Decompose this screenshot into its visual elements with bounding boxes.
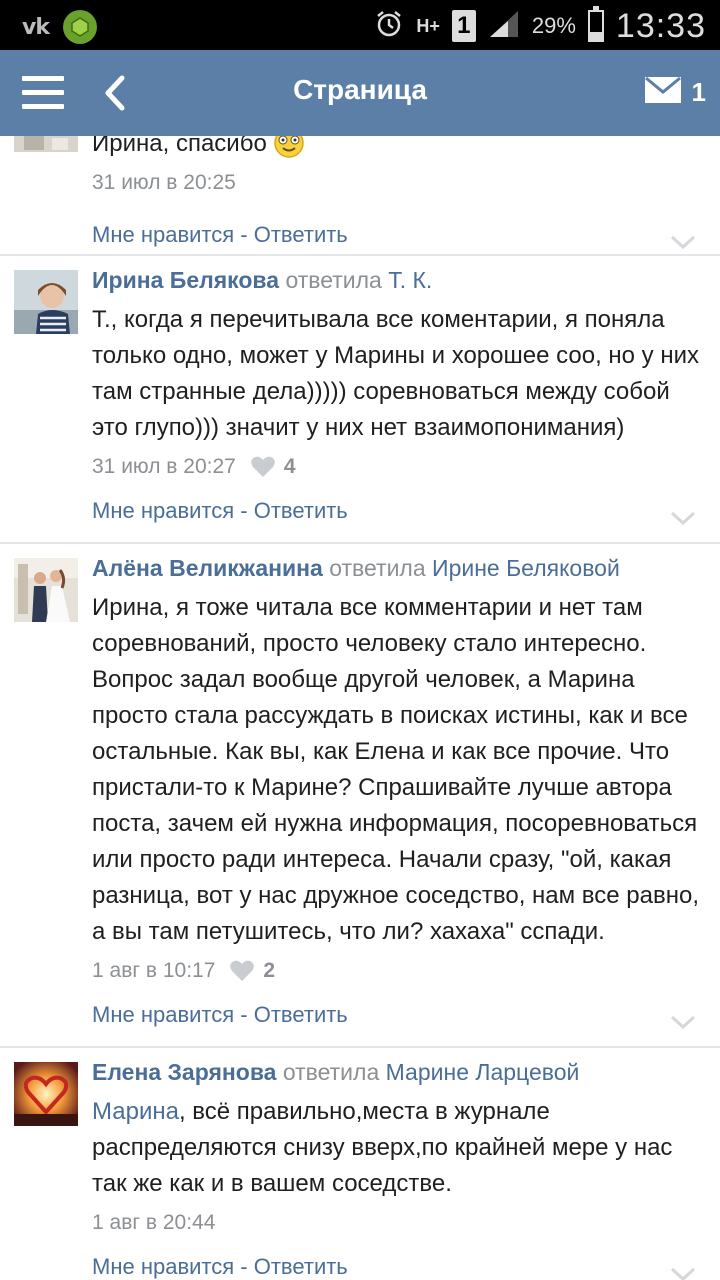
comment-item: Ирина, спасибо 31 июл в 20:25 Мне нравит…	[0, 136, 720, 256]
likes-count[interactable]: 2	[229, 959, 275, 983]
comment-text: Марина, всё правильно,места в журнале ра…	[92, 1098, 673, 1197]
app-header: Страница 1	[0, 50, 720, 136]
comment-author[interactable]: Ирина Белякова	[92, 267, 279, 293]
likes-count[interactable]: 4	[250, 455, 296, 479]
status-bar: vk H+ 1 29% 13:33	[0, 0, 720, 50]
reply-to-link[interactable]: Ирине Беляковой	[432, 555, 620, 581]
actions-separator: -	[234, 222, 254, 247]
comment-actions: Мне нравится - Ответить	[92, 498, 348, 524]
actions-separator: -	[234, 1254, 254, 1279]
comment-item: Ирина Белякова ответила Т. К. Т., когда …	[0, 256, 720, 544]
likes-number: 2	[263, 959, 276, 982]
sim-icon: 1	[451, 10, 476, 42]
chevron-down-icon[interactable]	[670, 510, 696, 526]
comment-date: 1 авг в 10:17	[92, 959, 216, 982]
replied-label: ответила	[329, 555, 426, 581]
avatar[interactable]	[14, 136, 78, 152]
clock: 13:33	[615, 6, 706, 45]
messages-count: 1	[691, 77, 706, 107]
comments-feed: Ирина, спасибо 31 июл в 20:25 Мне нравит…	[0, 136, 720, 1280]
chevron-down-icon[interactable]	[670, 234, 696, 250]
chevron-down-icon[interactable]	[670, 1266, 696, 1280]
comment-text: Ирина, я тоже читала все комментарии и н…	[92, 594, 700, 945]
comment-date: 1 авг в 20:44	[92, 1211, 216, 1234]
mention-link[interactable]: Марина	[92, 1098, 179, 1125]
messages-button[interactable]: 1	[644, 76, 706, 109]
avatar[interactable]	[14, 270, 78, 334]
comment-date: 31 июл в 20:25	[92, 171, 236, 194]
vk-notification-icon: vk	[22, 14, 50, 40]
replied-label: ответила	[285, 267, 382, 293]
envelope-icon	[644, 76, 682, 109]
like-link[interactable]: Мне нравится	[92, 222, 234, 247]
network-type-icon: H+	[416, 15, 440, 36]
alarm-icon	[374, 9, 404, 44]
comment-actions: Мне нравится - Ответить	[92, 222, 348, 248]
avatar[interactable]	[14, 1062, 78, 1126]
reply-link[interactable]: Ответить	[254, 1254, 348, 1279]
reply-to-link[interactable]: Марине Ларцевой	[386, 1059, 580, 1085]
actions-separator: -	[234, 1002, 254, 1027]
battery-percent: 29%	[531, 13, 576, 38]
comment-text: Ирина, спасибо	[92, 136, 710, 162]
avatar[interactable]	[14, 558, 78, 622]
replied-label: ответила	[282, 1059, 380, 1085]
like-link[interactable]: Мне нравится	[92, 498, 234, 523]
app-notification-icon	[62, 10, 97, 44]
reply-link[interactable]: Ответить	[254, 1002, 348, 1027]
comment-item: Елена Зарянова ответила Марине Ларцевой …	[0, 1048, 720, 1280]
comment-item: Алёна Великжанина ответила Ирине Беляков…	[0, 544, 720, 1048]
comment-actions: Мне нравится - Ответить	[92, 1254, 348, 1280]
page-title: Страница	[293, 74, 427, 105]
chevron-down-icon[interactable]	[670, 1014, 696, 1030]
comment-author[interactable]: Елена Зарянова	[92, 1059, 276, 1085]
like-link[interactable]: Мне нравится	[92, 1254, 234, 1279]
comment-date: 31 июл в 20:27	[92, 455, 236, 478]
likes-number: 4	[283, 455, 296, 478]
comment-actions: Мне нравится - Ответить	[92, 1002, 348, 1028]
reply-link[interactable]: Ответить	[254, 498, 348, 523]
reply-link[interactable]: Ответить	[254, 222, 348, 247]
comment-author[interactable]: Алёна Великжанина	[92, 555, 323, 581]
signal-icon	[488, 9, 520, 44]
comment-text: Т., когда я перечитывала все коментарии,…	[92, 306, 700, 441]
smile-emoji-icon	[273, 136, 305, 158]
heart-icon	[230, 960, 255, 981]
battery-level	[589, 31, 602, 40]
reply-to-link[interactable]: Т. К.	[388, 267, 432, 293]
heart-icon	[251, 456, 275, 477]
like-link[interactable]: Мне нравится	[92, 1002, 234, 1027]
battery-icon	[587, 6, 604, 42]
actions-separator: -	[234, 498, 254, 523]
